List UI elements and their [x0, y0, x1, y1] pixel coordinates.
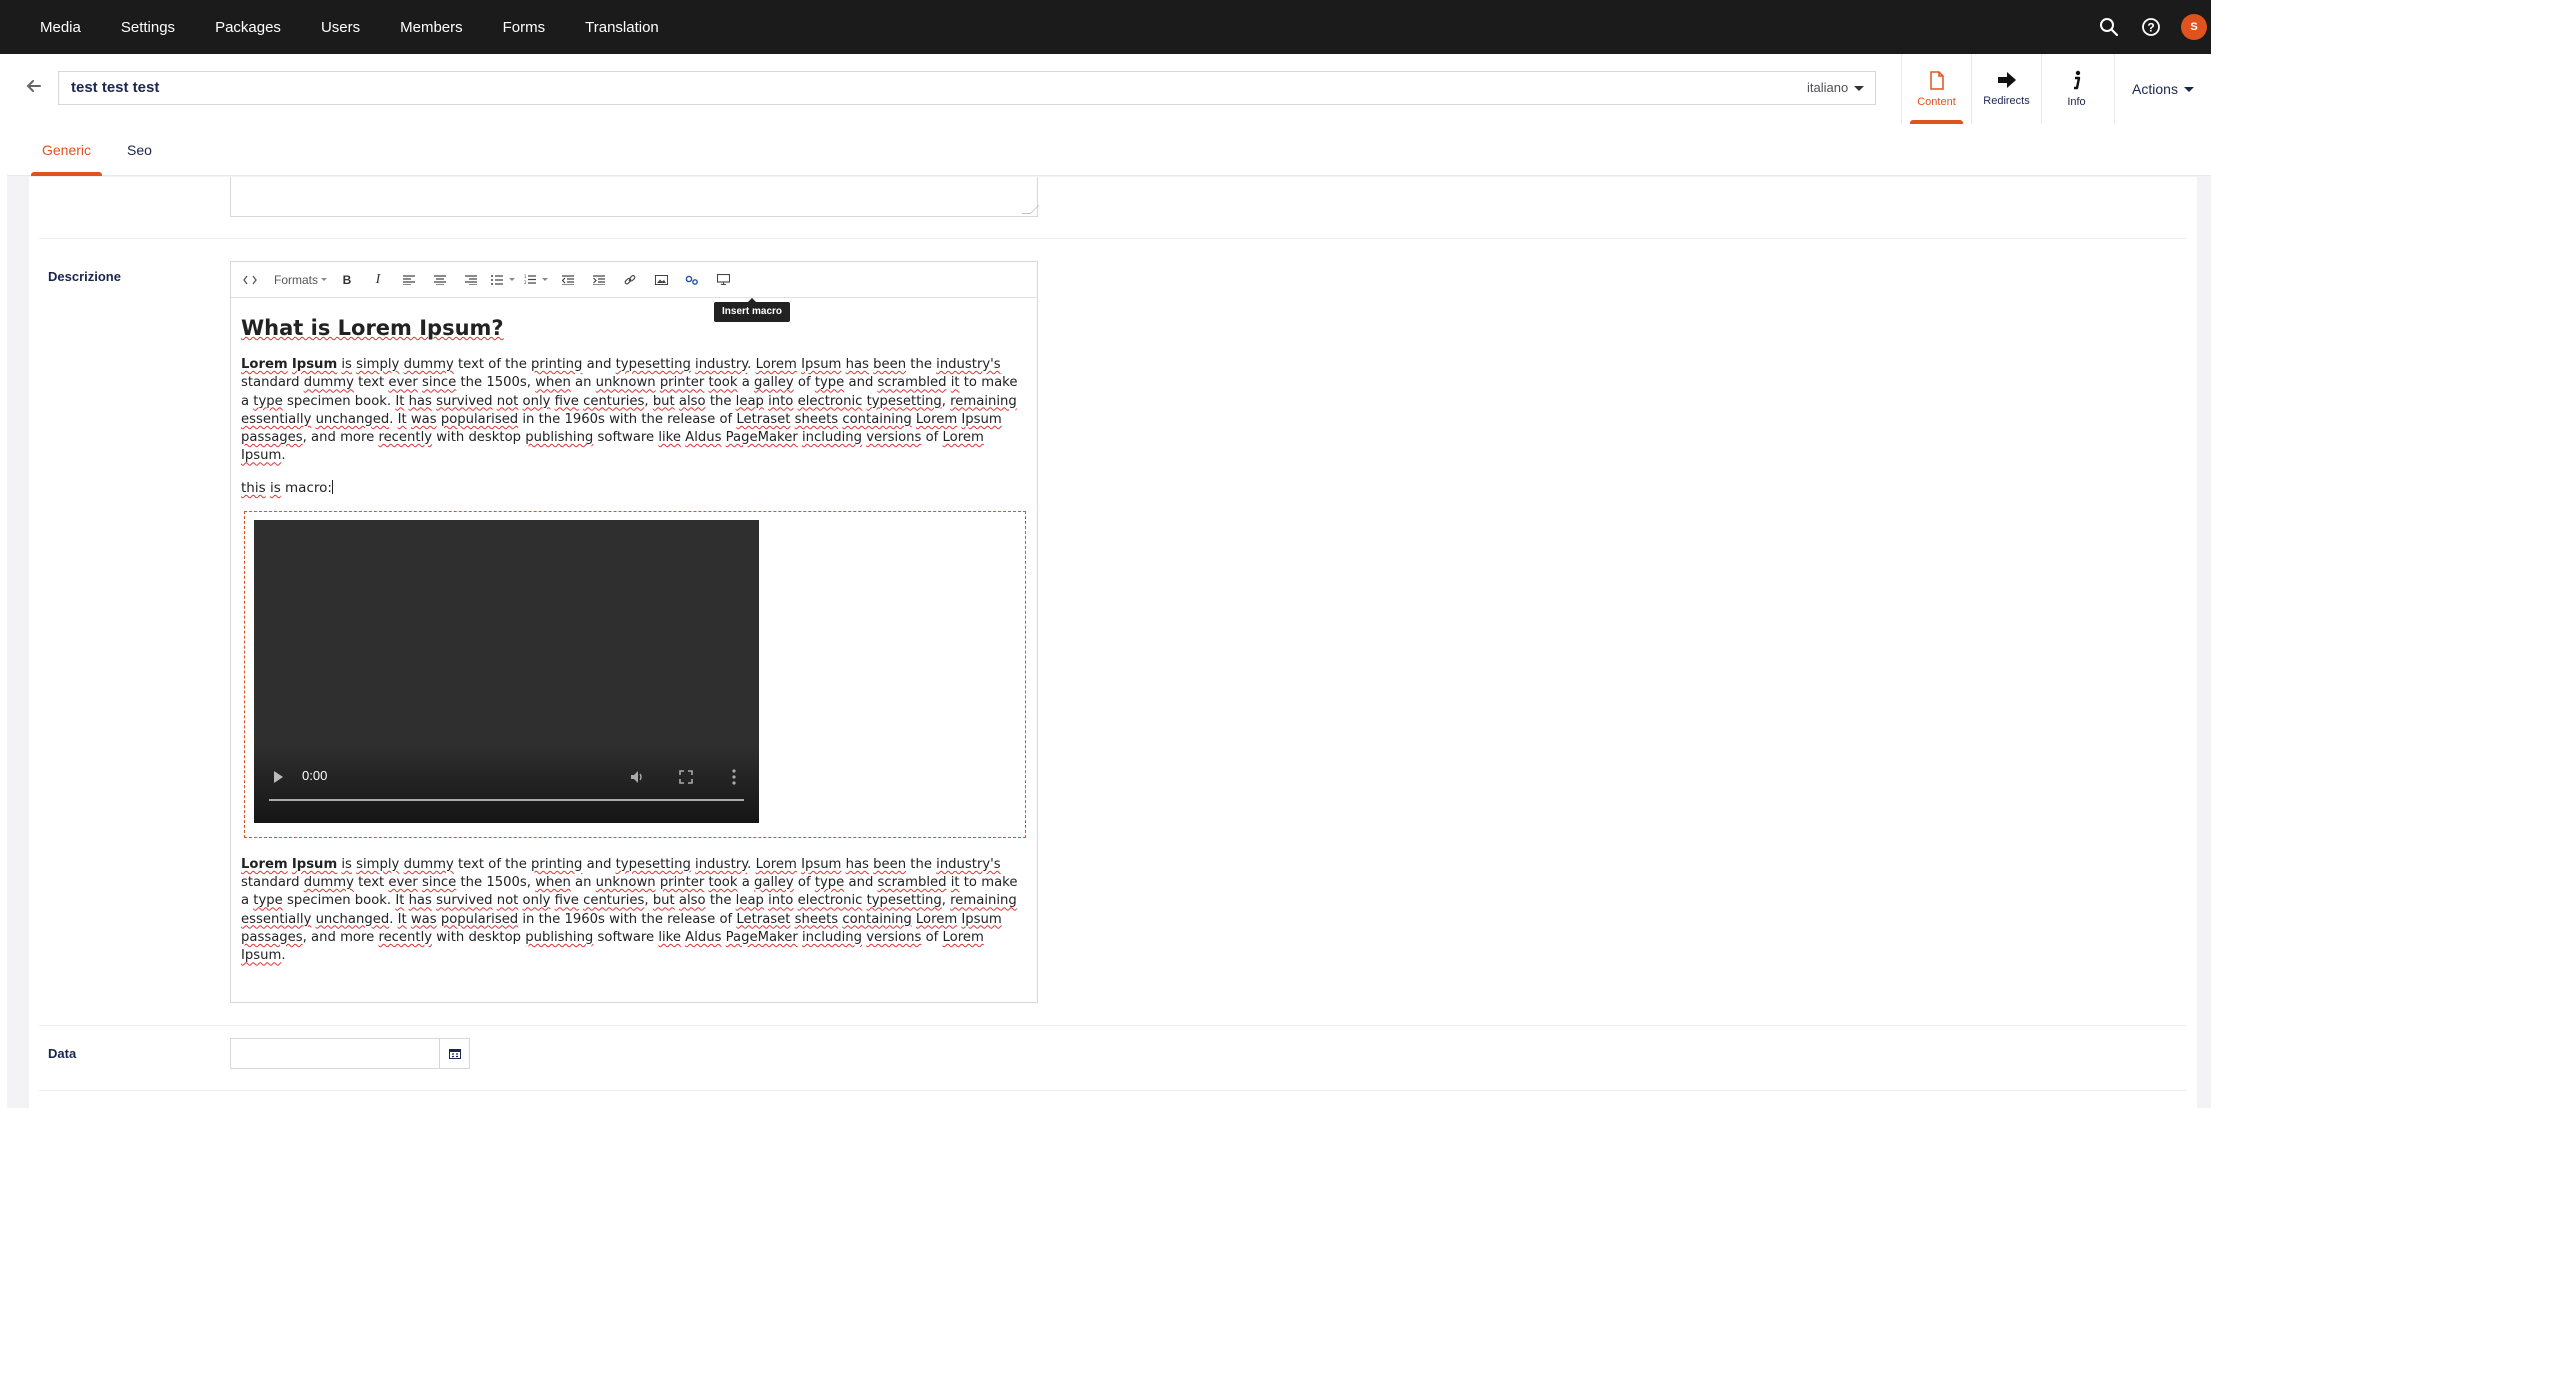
- macro-container[interactable]: 0:00: [244, 510, 1026, 838]
- app-info[interactable]: Info: [2041, 54, 2111, 124]
- calendar-icon: [448, 1049, 461, 1059]
- indent-icon[interactable]: [588, 269, 610, 291]
- link-icon[interactable]: [619, 269, 641, 291]
- tab-seo[interactable]: Seo: [112, 124, 167, 176]
- language-dropdown[interactable]: italiano: [1807, 71, 1865, 105]
- formats-dropdown[interactable]: Formats: [274, 269, 328, 291]
- properties-panel: Descrizione Formats B I 1 2 Insert macro…: [29, 177, 2197, 1108]
- insert-macro-icon[interactable]: [681, 269, 703, 291]
- nav-members[interactable]: Members: [400, 19, 463, 36]
- svg-text:1: 1: [524, 274, 527, 279]
- align-left-icon[interactable]: [398, 269, 420, 291]
- italic-label: I: [375, 271, 381, 287]
- bold-label: B: [342, 272, 352, 287]
- rich-text-editor: Formats B I 1 2 Insert macro What is Lor…: [230, 261, 1038, 1003]
- bold-button[interactable]: B: [336, 269, 358, 291]
- numbered-list-icon[interactable]: 12: [524, 269, 549, 291]
- bullet-list-chevron-icon: [509, 278, 516, 281]
- content-heading: What is Lorem Ipsum?: [241, 316, 504, 340]
- property-divider: [39, 1090, 2187, 1091]
- play-icon[interactable]: [274, 770, 283, 783]
- more-options-icon[interactable]: [732, 769, 736, 785]
- tab-generic[interactable]: Generic: [27, 124, 106, 176]
- paragraph-after-macro: Lorem Ipsum is simply dummy text of the …: [241, 856, 1018, 964]
- calendar-button[interactable]: [439, 1038, 470, 1069]
- help-icon[interactable]: ?: [2139, 15, 2163, 39]
- actions-label: Actions: [2132, 81, 2178, 97]
- rte-toolbar: Formats B I 1 2: [231, 262, 1037, 298]
- top-bar: Media Settings Packages Users Members Fo…: [0, 0, 2211, 54]
- macro-intro-line: this is macro:: [241, 479, 1027, 496]
- content-name-input[interactable]: test test test: [58, 71, 1876, 105]
- top-actions: ? S: [2097, 0, 2211, 54]
- editor-header: test test test italiano Content Redirect…: [7, 54, 2211, 125]
- content-tabs: Generic Seo: [7, 124, 2211, 176]
- text-cursor: [331, 479, 333, 494]
- image-icon[interactable]: [650, 269, 672, 291]
- align-right-icon[interactable]: [460, 269, 482, 291]
- video-player[interactable]: 0:00: [254, 519, 759, 823]
- description-label: Descrizione: [48, 269, 121, 284]
- italic-button[interactable]: I: [367, 269, 389, 291]
- app-redirects-label: Redirects: [1983, 95, 2030, 107]
- nav-translation[interactable]: Translation: [585, 19, 659, 36]
- nav-settings[interactable]: Settings: [121, 19, 175, 36]
- arrow-right-icon: [1997, 72, 2016, 88]
- macro-intro-text: this is macro:: [241, 479, 332, 496]
- nav-forms[interactable]: Forms: [503, 19, 546, 36]
- back-arrow-icon[interactable]: [24, 76, 44, 96]
- nav-media[interactable]: Media: [40, 19, 81, 36]
- property-divider: [39, 238, 2187, 239]
- nav-users[interactable]: Users: [321, 19, 360, 36]
- info-icon: [2073, 70, 2080, 90]
- formats-chevron-icon: [321, 278, 328, 281]
- chevron-down-icon: [1854, 85, 1865, 91]
- embed-icon[interactable]: [712, 269, 734, 291]
- date-label: Data: [48, 1046, 77, 1061]
- fullscreen-icon[interactable]: [679, 769, 693, 784]
- formats-label: Formats: [274, 272, 319, 287]
- bullet-list-icon[interactable]: [491, 269, 516, 291]
- video-progress-bar[interactable]: [269, 798, 744, 801]
- svg-text:?: ?: [2147, 21, 2154, 35]
- outdent-icon[interactable]: [557, 269, 579, 291]
- rte-content[interactable]: What is Lorem Ipsum? Lorem Ipsum is simp…: [231, 299, 1037, 1002]
- svg-text:2: 2: [524, 280, 527, 285]
- numbered-list-chevron-icon: [542, 278, 549, 281]
- app-redirects[interactable]: Redirects: [1971, 54, 2041, 124]
- actions-chevron-icon: [2183, 86, 2194, 92]
- app-content-label: Content: [1917, 95, 1956, 108]
- editor-shell: test test test italiano Content Redirect…: [7, 54, 2211, 1108]
- actions-button[interactable]: Actions: [2114, 54, 2211, 124]
- align-center-icon[interactable]: [429, 269, 451, 291]
- main-navigation: Media Settings Packages Users Members Fo…: [20, 0, 679, 54]
- source-code-icon[interactable]: [239, 269, 261, 291]
- date-input[interactable]: [230, 1038, 440, 1069]
- paragraph-before-macro: Lorem Ipsum is simply dummy text of the …: [241, 357, 1018, 464]
- app-content[interactable]: Content: [1901, 54, 1971, 124]
- resize-handle-icon[interactable]: [1021, 205, 1040, 214]
- volume-icon[interactable]: [629, 769, 645, 785]
- search-icon[interactable]: [2097, 15, 2121, 39]
- video-time: 0:00: [302, 767, 328, 783]
- language-label: italiano: [1807, 80, 1849, 95]
- video-controls: 0:00: [254, 742, 759, 823]
- editor-apps: Content Redirects Info: [1901, 54, 2111, 124]
- previous-textarea[interactable]: [230, 177, 1040, 217]
- property-divider: [39, 1025, 2187, 1026]
- document-icon: [1929, 70, 1944, 90]
- nav-packages[interactable]: Packages: [215, 19, 281, 36]
- date-picker: [230, 1038, 470, 1069]
- user-avatar[interactable]: S: [2181, 14, 2207, 40]
- app-info-label: Info: [2067, 96, 2086, 108]
